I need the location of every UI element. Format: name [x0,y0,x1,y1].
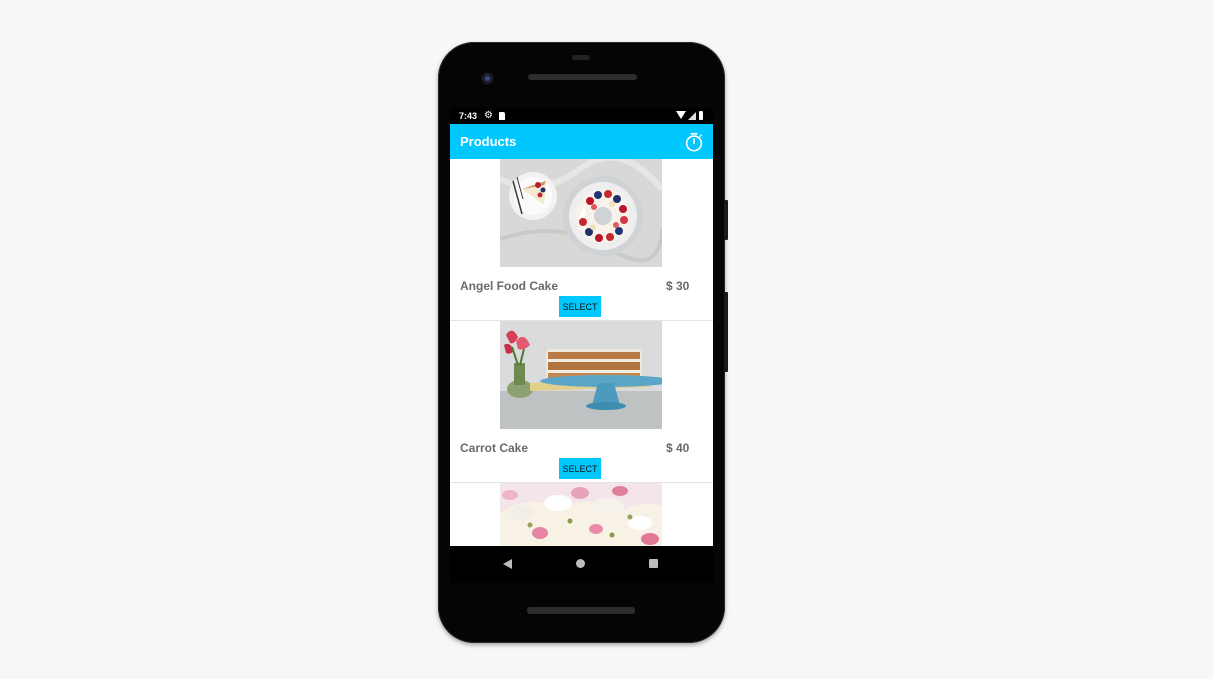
status-time: 7:43 [459,111,478,121]
navigation-bar [450,546,713,583]
product-name: Angel Food Cake [460,279,559,293]
recents-icon[interactable] [649,559,658,568]
battery-icon [699,111,703,120]
timer-icon[interactable] [683,131,705,153]
angel-food-cake-photo [500,159,662,267]
volume-button [724,292,728,372]
power-button [724,200,728,240]
earpiece [528,74,637,80]
product-card [450,483,713,546]
product-card: Carrot Cake $ 40 SELECT [450,321,713,483]
rose-cake-photo [500,483,662,546]
phone-screen: 7:43 ⚙ Products Angel Food Cake $ 30 SEL… [450,108,713,583]
front-camera [482,73,493,84]
carrot-cake-photo [500,321,662,429]
signal-icon [688,112,696,120]
select-button[interactable]: SELECT [559,458,601,479]
sd-card-icon [499,112,505,120]
product-name: Carrot Cake [460,441,529,455]
status-bar: 7:43 ⚙ [450,108,713,124]
product-list[interactable]: Angel Food Cake $ 30 SELECT Carrot Cake … [450,159,713,546]
product-price: $ 30 [666,279,690,293]
product-price: $ 40 [666,441,690,455]
top-speaker [572,55,590,60]
bottom-speaker [527,607,635,614]
wifi-icon [676,111,686,119]
home-icon[interactable] [576,559,585,568]
product-card: Angel Food Cake $ 30 SELECT [450,159,713,321]
page-title: Products [460,134,517,149]
app-bar: Products [450,124,713,159]
gear-icon: ⚙ [484,110,493,121]
select-button[interactable]: SELECT [559,296,601,317]
back-icon[interactable] [503,559,512,569]
